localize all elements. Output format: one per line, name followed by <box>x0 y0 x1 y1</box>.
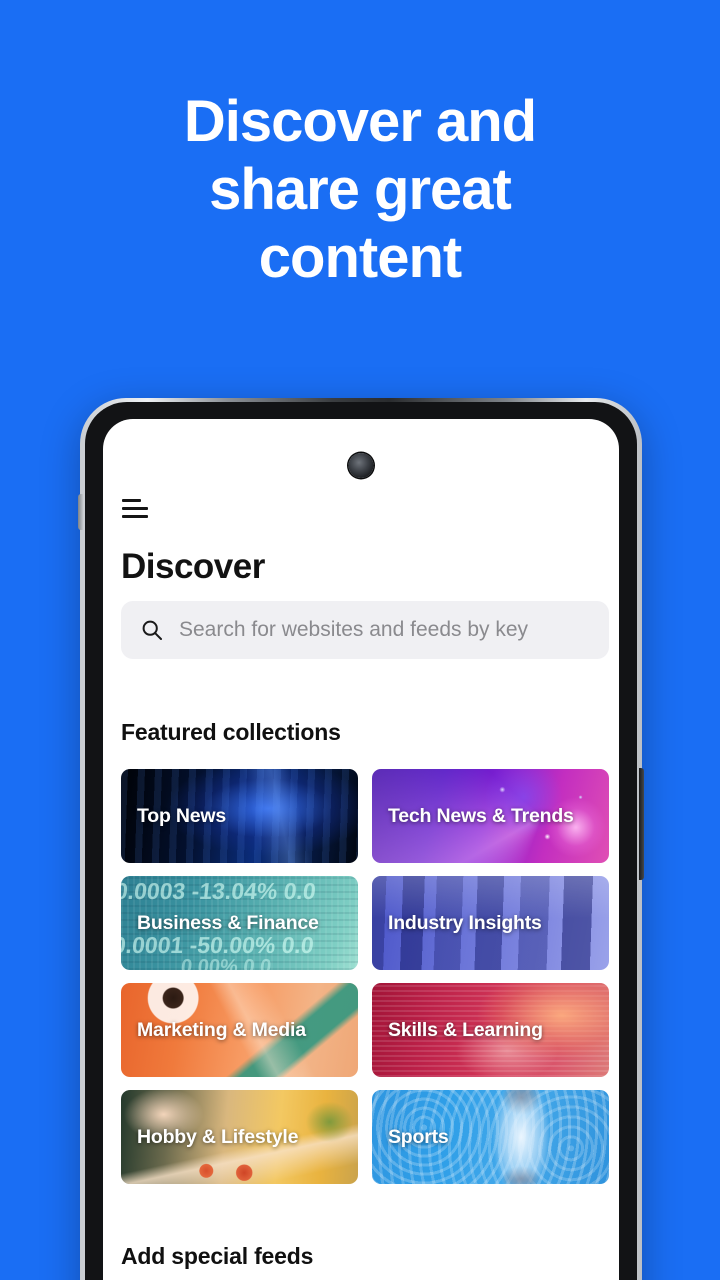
collection-tile-label: Hobby & Lifestyle <box>137 1125 299 1148</box>
search-icon <box>141 619 163 641</box>
collection-tile-label: Sports <box>388 1125 449 1148</box>
collection-tile-label: Industry Insights <box>388 911 542 934</box>
collection-tile-label: Business & Finance <box>137 911 319 934</box>
collection-tile-tech-news-trends[interactable]: Tech News & Trends <box>372 769 609 863</box>
power-button[interactable] <box>639 768 644 880</box>
search-placeholder: Search for websites and feeds by key <box>179 618 529 641</box>
collection-tile-skills-learning[interactable]: Skills & Learning <box>372 983 609 1077</box>
hamburger-menu-icon[interactable] <box>122 499 148 518</box>
promo-headline: Discover and share great content <box>183 89 537 290</box>
collection-tile-label: Top News <box>137 804 227 827</box>
collection-tile-label: Tech News & Trends <box>388 804 574 827</box>
collection-tile-label: Marketing & Media <box>137 1018 306 1041</box>
hamburger-line <box>122 515 148 518</box>
featured-collections-heading: Featured collections <box>121 719 341 745</box>
page-title: Discover <box>121 547 265 586</box>
hamburger-line <box>122 507 148 510</box>
discover-app-screen: Discover Search for websites and feeds b… <box>103 419 619 1280</box>
volume-button[interactable] <box>78 494 83 530</box>
phone-mockup: Discover Search for websites and feeds b… <box>78 398 644 1280</box>
collection-tile-top-news[interactable]: Top News <box>121 769 358 863</box>
collection-tile-label: Skills & Learning <box>388 1018 543 1041</box>
hamburger-line <box>122 499 141 502</box>
collection-tile-industry-insights[interactable]: Industry Insights <box>372 876 609 970</box>
collections-grid: Top News Tech News & Trends 0.0003 -13.0… <box>121 769 609 1184</box>
collection-tile-sports[interactable]: Sports <box>372 1090 609 1184</box>
search-input[interactable]: Search for websites and feeds by key <box>121 601 609 659</box>
phone-screen: Discover Search for websites and feeds b… <box>103 419 619 1280</box>
phone-body: Discover Search for websites and feeds b… <box>85 402 637 1280</box>
collection-tile-marketing-media[interactable]: Marketing & Media <box>121 983 358 1077</box>
add-special-feeds-heading: Add special feeds <box>121 1243 314 1269</box>
collection-tile-hobby-lifestyle[interactable]: Hobby & Lifestyle <box>121 1090 358 1184</box>
front-camera-icon <box>348 453 374 478</box>
collection-tile-business-finance[interactable]: 0.0003 -13.04% 0.0 0.0001 -50.00% 0.0 0.… <box>121 876 358 970</box>
